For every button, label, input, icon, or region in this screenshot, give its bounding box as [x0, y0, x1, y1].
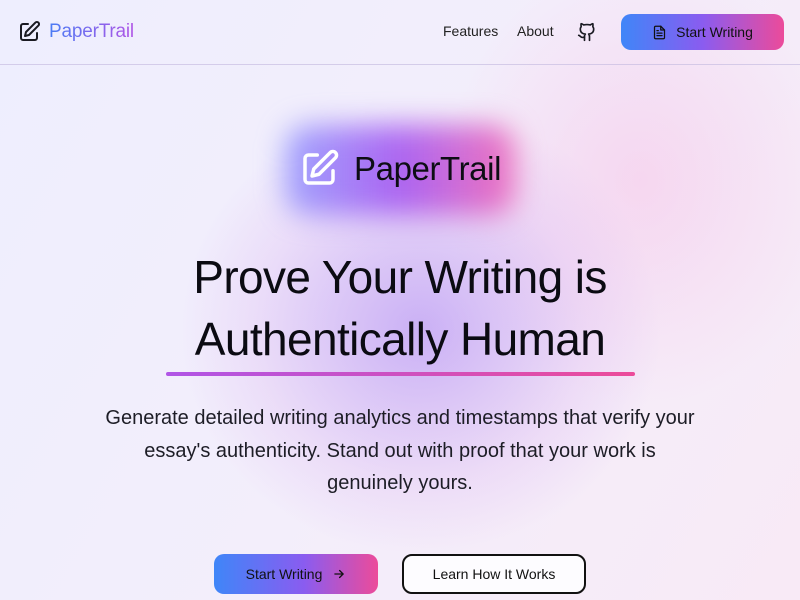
github-icon	[577, 22, 595, 42]
nav-link-features[interactable]: Features	[443, 23, 498, 39]
github-link[interactable]	[577, 22, 597, 42]
pencil-square-icon	[20, 21, 40, 41]
nav-brand-text: PaperTrail	[49, 21, 134, 42]
nav-brand[interactable]: PaperTrail	[17, 18, 134, 46]
learn-how-it-works-label: Learn How It Works	[432, 566, 556, 582]
headline-underline	[166, 372, 635, 376]
hero-brand-text: PaperTrail	[354, 150, 501, 187]
hero-headline-line2: Authentically Human	[194, 313, 606, 365]
hero-logo: PaperTrail	[298, 146, 501, 192]
hero-start-writing-button[interactable]: Start Writing	[214, 554, 378, 594]
nav-link-about[interactable]: About	[517, 23, 554, 39]
nav-start-writing-label: Start Writing	[676, 24, 753, 40]
nav-start-writing-button[interactable]: Start Writing	[621, 14, 784, 50]
document-icon	[653, 25, 666, 39]
hero-headline: Prove Your Writing is Authentically Huma…	[0, 246, 800, 370]
top-nav: PaperTrail Features About Start Writing	[0, 0, 800, 65]
pencil-square-icon	[303, 149, 339, 185]
arrow-right-icon	[334, 569, 345, 579]
hero-headline-line1: Prove Your Writing is	[193, 251, 607, 303]
hero-subtext: Generate detailed writing analytics and …	[105, 407, 695, 494]
hero-start-writing-label: Start Writing	[245, 566, 323, 582]
landing-page: PaperTrail Features About Start Writing	[0, 0, 800, 600]
learn-how-it-works-button[interactable]: Learn How It Works	[402, 554, 586, 594]
